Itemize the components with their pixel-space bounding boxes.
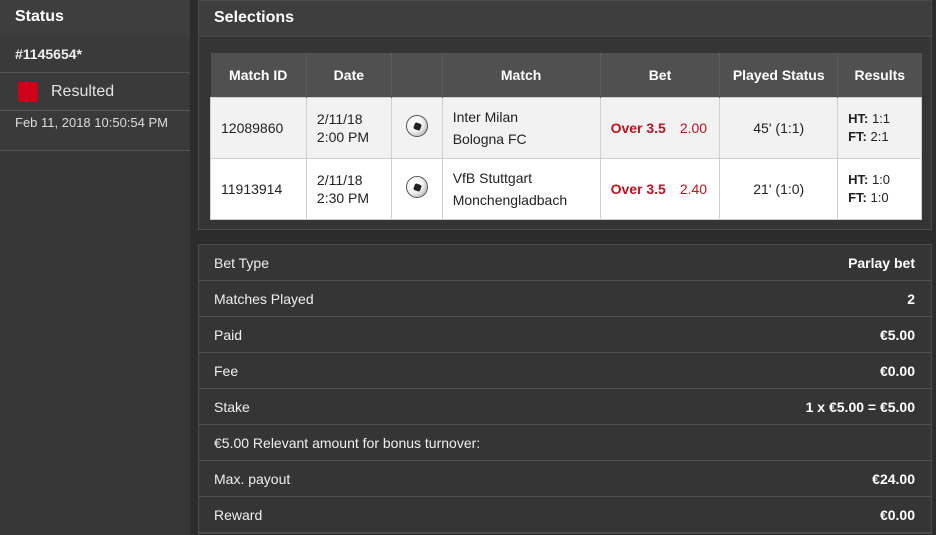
detail-value: €0.00 [879,506,915,523]
table-row: 11913914 2/11/18 2:30 PM VfB Stuttgart M… [210,157,922,220]
ht-score: 1:1 [871,110,891,126]
bet-odds: 2.40 [679,180,708,197]
detail-label: Matches Played [214,290,314,307]
detail-row-fee: Fee €0.00 [199,353,931,389]
col-header-played-status: Played Status [719,53,839,97]
detail-row-reward: Reward €0.00 [199,497,931,533]
detail-value: €5.00 [879,326,915,343]
soccer-ball-icon [405,176,428,198]
selections-panel: Selections Match ID Date Match Bet Playe… [198,0,932,230]
ht-label: HT: [848,171,869,187]
ft-label: FT: [848,189,867,205]
col-header-bet: Bet [600,53,721,97]
home-team: Inter Milan [452,108,519,125]
sport-cell [390,157,443,220]
detail-label: Stake [214,398,250,415]
col-header-match-id: Match ID [210,53,307,97]
match-date-cell: 2/11/18 2:30 PM [305,157,392,220]
status-panel: Status #1145654* Resulted Feb 11, 2018 1… [0,0,190,535]
status-title: Status [0,0,190,35]
away-team: Bologna FC [452,130,527,147]
ft-score: 1:0 [870,189,889,205]
sport-cell [390,96,443,159]
detail-row-max-payout: Max. payout €24.00 [199,461,931,497]
bet-datetime: Feb 11, 2018 10:50:54 PM [0,111,190,151]
table-header-row: Match ID Date Match Bet Played Status Re… [210,53,922,97]
table-row: 12089860 2/11/18 2:00 PM Inter Milan Bol… [210,96,922,159]
detail-value: Parlay bet [848,254,915,271]
detail-value: 1 x €5.00 = €5.00 [805,398,915,415]
detail-row-matches-played: Matches Played 2 [199,281,931,317]
results-cell: HT: 1:1 FT: 2:1 [837,96,922,159]
col-header-spacer [391,53,443,97]
bet-selection: Over 3.5 [610,180,666,197]
selections-title: Selections [199,1,931,37]
match-id: 12089860 [210,96,307,159]
played-status: 21' (1:0) [719,157,839,220]
bet-cell: Over 3.5 2.40 [599,157,721,220]
detail-row-stake: Stake 1 x €5.00 = €5.00 [199,389,931,425]
match-time: 2:00 PM [316,128,370,145]
selections-table: Match ID Date Match Bet Played Status Re… [210,53,922,220]
status-indicator-icon [18,81,38,102]
bet-details-panel: Bet Type Parlay bet Matches Played 2 Pai… [198,244,932,534]
match-date: 2/11/18 [316,110,363,127]
soccer-ball-icon [405,115,428,137]
detail-label: Bet Type [214,254,270,271]
ht-score: 1:0 [871,171,891,187]
col-header-match: Match [442,53,601,97]
ht-label: HT: [848,110,869,126]
played-status: 45' (1:1) [719,96,839,159]
col-header-date: Date [306,53,392,97]
detail-row-bonus-turnover: €5.00 Relevant amount for bonus turnover… [199,425,931,461]
ft-label: FT: [848,128,867,144]
detail-label: €5.00 Relevant amount for bonus turnover… [214,434,481,451]
detail-value: €24.00 [872,470,915,487]
bet-odds: 2.00 [679,119,708,136]
bet-id: #1145654* [0,35,190,73]
match-cell: VfB Stuttgart Monchengladbach [441,157,601,220]
status-text: Resulted [51,82,115,100]
detail-value: 2 [907,290,915,307]
match-id: 11913914 [210,157,307,220]
status-row: Resulted [0,73,190,111]
match-cell: Inter Milan Bologna FC [441,96,601,159]
bet-selection: Over 3.5 [610,119,666,136]
away-team: Monchengladbach [452,191,568,208]
detail-label: Paid [214,326,243,343]
col-header-results: Results [837,53,922,97]
match-time: 2:30 PM [316,189,370,206]
detail-label: Max. payout [214,470,291,487]
home-team: VfB Stuttgart [452,169,533,186]
ft-score: 2:1 [870,128,889,144]
detail-label: Reward [214,506,263,523]
detail-value: €0.00 [879,362,915,379]
results-cell: HT: 1:0 FT: 1:0 [837,157,922,220]
bet-cell: Over 3.5 2.00 [599,96,721,159]
match-date-cell: 2/11/18 2:00 PM [305,96,392,159]
detail-label: Fee [214,362,239,379]
match-date: 2/11/18 [316,171,363,188]
detail-row-paid: Paid €5.00 [199,317,931,353]
detail-row-bet-type: Bet Type Parlay bet [199,245,931,281]
